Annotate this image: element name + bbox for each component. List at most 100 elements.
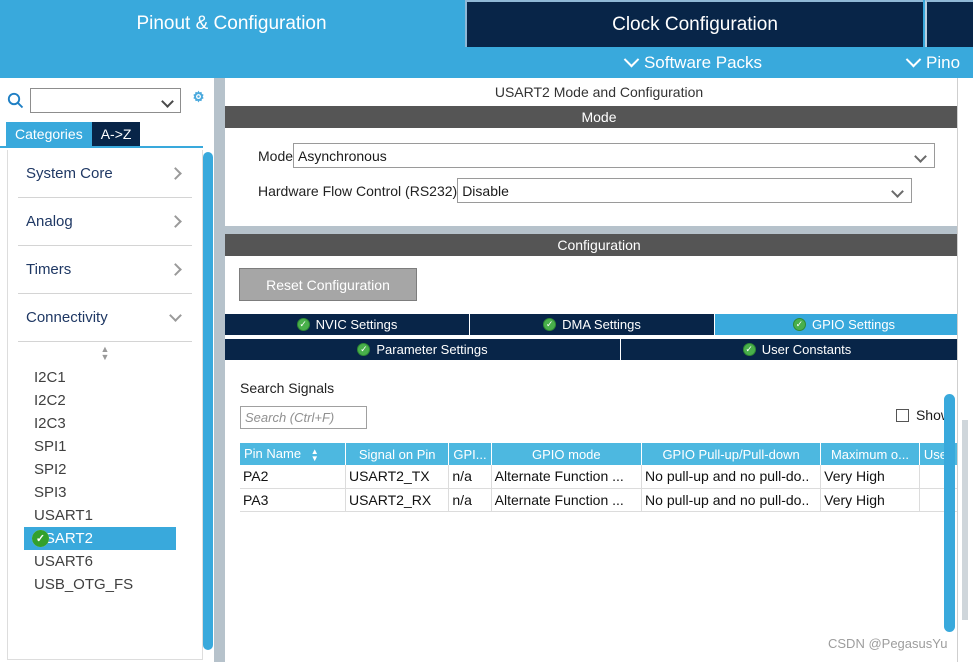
mode-field-row: Mode Asynchronous — [225, 142, 973, 169]
tab-clock-label: Clock Configuration — [612, 13, 778, 35]
tab-gpio-settings-label: GPIO Settings — [811, 317, 896, 332]
category-system-core[interactable]: System Core — [18, 150, 192, 198]
column-header-maximum-output-speed[interactable]: Maximum o... — [820, 443, 920, 465]
peripheral-item-i2c2[interactable]: I2C2 — [8, 389, 202, 412]
checkbox[interactable] — [895, 408, 909, 422]
peripheral-item-i2c3[interactable]: I2C3 — [8, 412, 202, 435]
peripheral-label: USB_OTG_FS — [34, 576, 134, 593]
tab-categories[interactable]: Categories — [6, 122, 92, 146]
sub-navigation-bar: Software Packs Pino — [0, 47, 973, 78]
chevron-down-icon[interactable] — [161, 95, 174, 108]
chevron-down-icon — [169, 309, 182, 322]
tab-parameter-settings[interactable]: ✓ Parameter Settings — [225, 339, 621, 360]
peripheral-item-usart2[interactable]: ✓ USART2 — [24, 527, 176, 550]
peripheral-list: I2C1 I2C2 I2C3 SPI1 SPI2 SPI3 USART1 ✓ U… — [8, 366, 202, 596]
cell-gpio-pull[interactable]: No pull-up and no pull-do.. — [641, 488, 822, 512]
mode-section-header: Mode — [225, 106, 973, 128]
configuration-section-label: Configuration — [557, 237, 641, 253]
tab-nvic-settings[interactable]: ✓ NVIC Settings — [225, 314, 470, 335]
cell-gpio-pull[interactable]: No pull-up and no pull-do.. — [641, 465, 822, 489]
config-tab-row-1: ✓ NVIC Settings ✓ DMA Settings ✓ GPIO Se… — [225, 314, 973, 335]
tab-project-manager-partial[interactable] — [925, 0, 973, 47]
peripheral-label: SPI1 — [34, 438, 67, 455]
category-analog[interactable]: Analog — [18, 198, 192, 246]
column-header-gpio-pull[interactable]: GPIO Pull-up/Pull-down — [641, 443, 822, 465]
mode-field-label: Mode — [258, 147, 294, 164]
cell-maximum-output-speed[interactable]: Very High — [820, 488, 920, 512]
scroll-up-handle[interactable]: ▲ ▼ — [8, 342, 202, 364]
reset-configuration-button[interactable]: Reset Configuration — [239, 268, 417, 301]
peripheral-label: USART1 — [34, 507, 93, 524]
check-icon: ✓ — [742, 343, 756, 356]
tab-pinout-label: Pinout & Configuration — [136, 12, 327, 34]
category-label: Timers — [26, 261, 72, 278]
peripheral-item-spi2[interactable]: SPI2 — [8, 458, 202, 481]
category-timers[interactable]: Timers — [18, 246, 192, 294]
show-only-modified-checkbox-row[interactable]: Show — [895, 407, 951, 423]
sidebar-scrollbar-thumb[interactable] — [203, 152, 213, 650]
tab-user-constants[interactable]: ✓ User Constants — [621, 339, 973, 360]
watermark: CSDN @PegasusYu — [828, 636, 948, 651]
reset-configuration-label: Reset Configuration — [266, 276, 390, 293]
column-header-gpio-mode[interactable]: GPIO mode — [491, 443, 643, 465]
column-header-gpio-pull-label: GPIO Pull-up/Pull-down — [662, 446, 800, 462]
column-header-gpio-mode-label: GPIO mode — [532, 446, 601, 462]
peripheral-item-spi3[interactable]: SPI3 — [8, 481, 202, 504]
tab-pinout-configuration[interactable]: Pinout & Configuration — [0, 0, 463, 47]
table-scrollbar-thumb[interactable] — [944, 394, 955, 632]
cell-signal-on-pin: USART2_RX — [345, 488, 450, 512]
check-icon: ✓ — [357, 343, 371, 356]
window-scrollbar-thumb[interactable] — [962, 420, 968, 620]
column-header-gpio-output-level[interactable]: GPI... — [448, 443, 492, 465]
chevron-down-icon[interactable] — [891, 185, 905, 198]
cell-pin-name: PA3 — [240, 488, 346, 512]
column-header-signal-on-pin-label: Signal on Pin — [358, 446, 436, 462]
column-header-pin-name-label: Pin Name — [244, 446, 302, 462]
peripheral-item-usart6[interactable]: USART6 — [8, 550, 202, 573]
subnav-pinout[interactable]: Pino — [905, 47, 960, 78]
mode-section-body: Mode Asynchronous Hardware Flow Control … — [225, 128, 973, 226]
tab-dma-settings[interactable]: ✓ DMA Settings — [470, 314, 715, 335]
hardware-flow-control-select[interactable]: Disable — [457, 178, 913, 203]
gear-icon[interactable] — [189, 89, 208, 113]
column-header-signal-on-pin[interactable]: Signal on Pin — [345, 443, 450, 465]
tab-parameter-settings-label: Parameter Settings — [376, 342, 488, 357]
peripheral-item-i2c1[interactable]: I2C1 — [8, 366, 202, 389]
table-row[interactable]: PA2 USART2_TX n/a Alternate Function ...… — [240, 465, 973, 489]
configuration-section-header: Configuration — [225, 234, 973, 256]
mode-select[interactable]: Asynchronous — [293, 143, 936, 168]
category-label: Connectivity — [26, 309, 108, 326]
configuration-section-body: Reset Configuration ✓ NVIC Settings ✓ DM… — [225, 256, 973, 512]
cell-gpio-mode[interactable]: Alternate Function ... — [491, 465, 643, 489]
cell-gpio-mode[interactable]: Alternate Function ... — [491, 488, 643, 512]
tab-gpio-settings[interactable]: ✓ GPIO Settings — [715, 314, 973, 335]
table-header: Pin Name ▲ ▼ Signal on Pin GPI... GPIO mo… — [240, 443, 973, 465]
hardware-flow-control-label: Hardware Flow Control (RS232) — [258, 182, 458, 199]
column-header-maximum-output-speed-label: Maximum o... — [830, 446, 909, 462]
peripheral-item-spi1[interactable]: SPI1 — [8, 435, 202, 458]
subnav-software-packs[interactable]: Software Packs — [465, 47, 923, 78]
cell-maximum-output-speed[interactable]: Very High — [820, 465, 920, 489]
chevron-right-icon — [169, 167, 182, 180]
table-row[interactable]: PA3 USART2_RX n/a Alternate Function ...… — [240, 488, 973, 512]
peripheral-label: USART6 — [34, 553, 93, 570]
category-connectivity[interactable]: Connectivity — [18, 294, 192, 342]
search-signals-label: Search Signals — [240, 380, 335, 396]
tab-clock-configuration[interactable]: Clock Configuration — [465, 0, 923, 47]
tab-user-constants-label: User Constants — [761, 342, 852, 357]
peripheral-item-usb-otg-fs[interactable]: USB_OTG_FS — [8, 573, 202, 596]
category-label: System Core — [26, 165, 113, 182]
hardware-flow-control-value: Disable — [462, 182, 509, 199]
chevron-down-icon[interactable] — [914, 150, 927, 163]
check-icon: ✓ — [792, 318, 806, 331]
check-icon: ✓ — [296, 318, 310, 331]
category-label: Analog — [26, 213, 73, 230]
column-header-pin-name[interactable]: Pin Name ▲ ▼ — [240, 443, 346, 465]
chevron-down-icon — [623, 51, 640, 68]
peripheral-item-usart1[interactable]: USART1 — [8, 504, 202, 527]
sidebar-search-input[interactable] — [30, 88, 181, 113]
search-signals-input[interactable]: Search (Ctrl+F) — [240, 406, 367, 429]
tab-a-to-z[interactable]: A->Z — [91, 122, 141, 146]
tab-nvic-settings-label: NVIC Settings — [315, 317, 398, 332]
category-list: System Core Analog Timers Connectivity ▲… — [7, 150, 203, 660]
